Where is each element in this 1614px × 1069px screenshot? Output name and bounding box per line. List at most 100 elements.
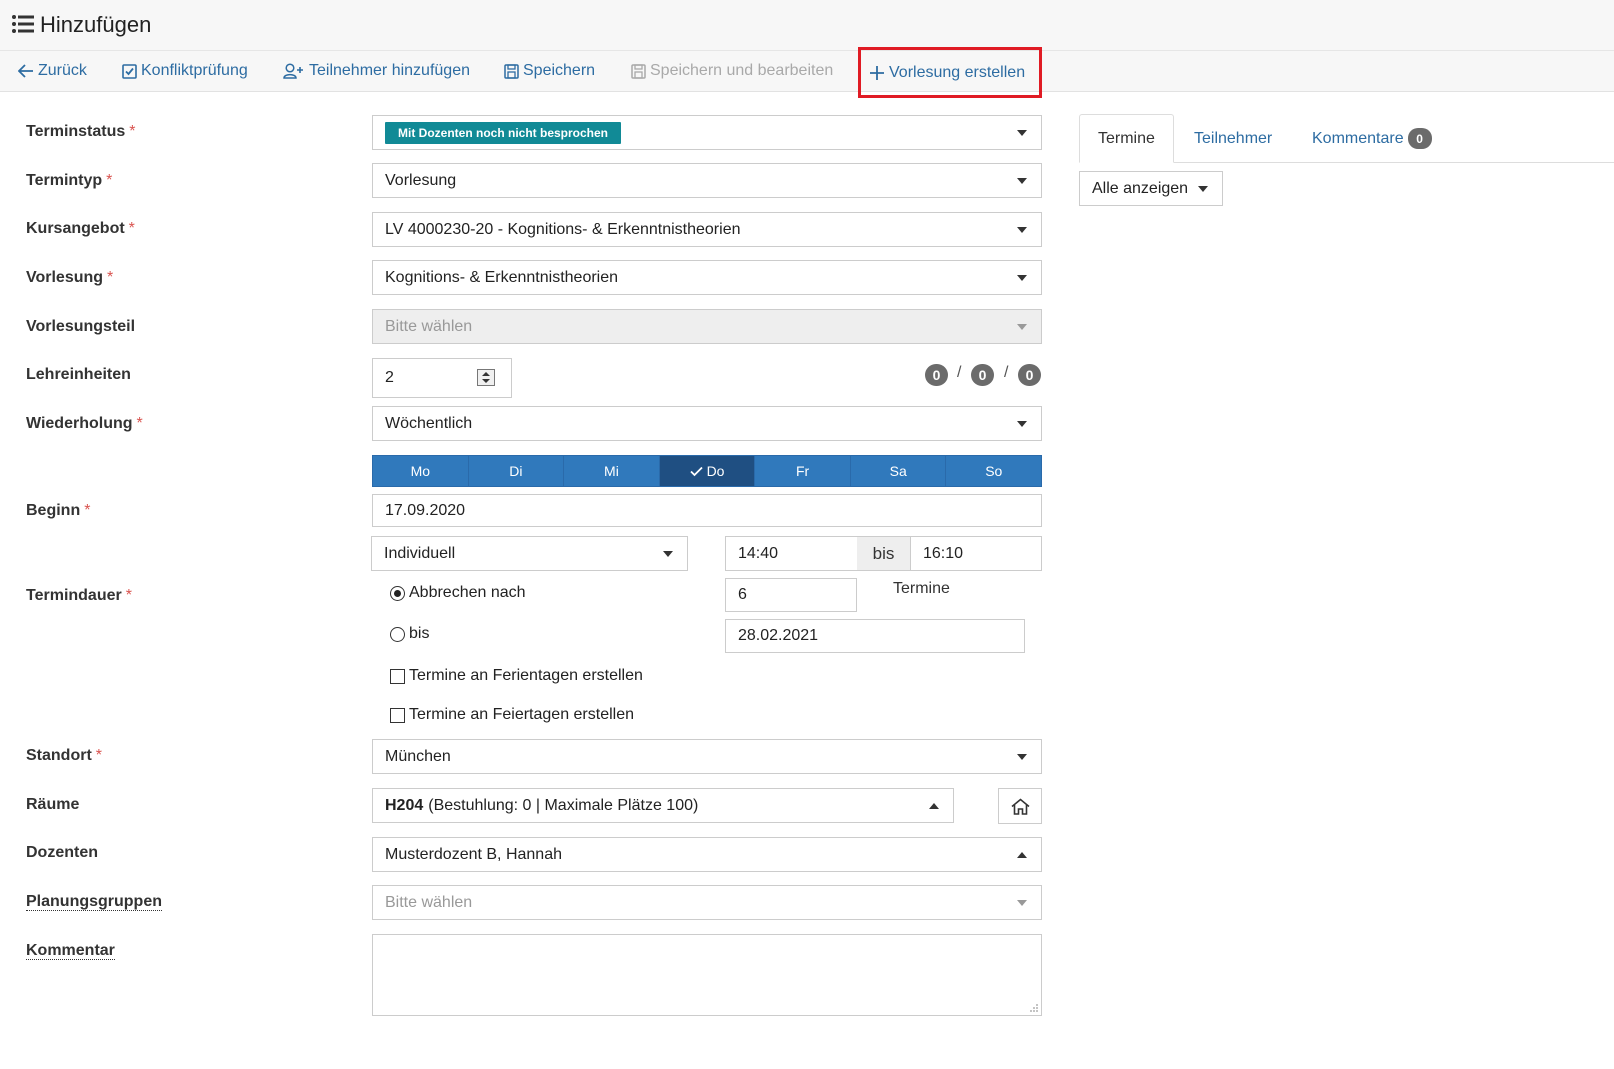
time-to-value: 16:10 [923, 544, 964, 562]
caret-down-icon [1017, 900, 1027, 906]
kursangebot-label: Kursangebot * [26, 220, 135, 237]
school-holidays-checkbox[interactable]: Termine an Ferientagen erstellen [390, 667, 643, 685]
vorlesungsteil-placeholder: Bitte wählen [385, 317, 473, 335]
tab-kommentare[interactable]: Kommentare 0 [1294, 114, 1450, 163]
plus-icon [870, 65, 884, 80]
vorlesung-select[interactable]: Kognitions- & Erkenntnistheorien [372, 260, 1042, 295]
count-badge: 0 [1018, 364, 1041, 386]
caret-down-icon [1017, 324, 1027, 330]
radio-unchecked-icon [390, 626, 405, 642]
count-separator: / [1004, 364, 1009, 381]
raeume-select[interactable]: H204 (Bestuhlung: 0 | Maximale Plätze 10… [372, 788, 954, 823]
standort-label: Standort * [26, 747, 103, 764]
standort-select[interactable]: München [372, 739, 1042, 774]
dozenten-label: Dozenten [26, 844, 98, 861]
weekday-so[interactable]: So [946, 456, 1042, 486]
vorlesung-label: Vorlesung * [26, 269, 114, 286]
caret-down-icon [1017, 754, 1027, 760]
beginn-value: 17.09.2020 [385, 501, 466, 519]
checkbox-icon [390, 707, 405, 723]
public-holidays-label: Termine an Feiertagen erstellen [409, 706, 635, 723]
kommentar-textarea[interactable] [372, 934, 1042, 1016]
save-button[interactable]: Speichern [504, 51, 595, 91]
abort-after-count-input[interactable]: 6 [725, 578, 857, 612]
weekday-sa[interactable]: Sa [850, 456, 947, 486]
planungsgruppen-select[interactable]: Bitte wählen [372, 885, 1042, 920]
count-separator: / [957, 364, 962, 381]
add-participant-button[interactable]: Teilnehmer hinzufügen [283, 51, 470, 91]
wiederholung-value: Wöchentlich [385, 414, 473, 432]
tab-termine[interactable]: Termine [1079, 114, 1174, 163]
caret-down-icon [1017, 227, 1027, 233]
save-and-edit-button[interactable]: Speichern und bearbeiten [631, 51, 833, 91]
until-date-value: 28.02.2021 [738, 627, 819, 644]
caret-up-icon [1017, 852, 1027, 858]
termindauer-mode-value: Individuell [384, 544, 456, 562]
home-icon [1010, 797, 1030, 815]
save-button-label: Speichern [523, 62, 596, 79]
weekday-fr[interactable]: Fr [755, 456, 851, 486]
planungsgruppen-label: Planungsgruppen [26, 893, 162, 911]
time-from-input[interactable]: 14:40 [725, 536, 858, 571]
weekday-mi[interactable]: Mi [564, 456, 660, 486]
vorlesung-value: Kognitions- & Erkenntnistheorien [385, 268, 619, 286]
floppy-disk-icon [631, 63, 646, 79]
beginn-date-input[interactable]: 17.09.2020 [372, 494, 1042, 527]
weekday-selector: Mo Di Mi Do Fr Sa So [372, 455, 1042, 487]
arrow-left-icon [18, 64, 33, 78]
until-radio[interactable]: bis [390, 625, 429, 643]
status-badge: Mit Dozenten noch nicht besprochen [385, 121, 622, 144]
conflict-check-button[interactable]: Konfliktprüfung [122, 51, 248, 91]
title-bar: Hinzufügen [0, 0, 1614, 51]
lehreinheiten-label: Lehreinheiten [26, 366, 131, 383]
caret-down-icon [663, 551, 673, 557]
termindauer-label: Termindauer * [26, 587, 132, 604]
abort-after-label: Abbrechen nach [409, 584, 526, 601]
until-date-input[interactable]: 28.02.2021 [725, 619, 1025, 653]
resize-grip-icon[interactable] [1029, 1003, 1039, 1013]
lehreinheiten-value: 2 [385, 369, 394, 386]
dozenten-select[interactable]: Musterdozent B, Hannah [372, 837, 1042, 872]
caret-up-icon [929, 803, 939, 809]
show-all-dropdown[interactable]: Alle anzeigen [1079, 171, 1223, 206]
number-spinner[interactable] [477, 369, 495, 386]
user-plus-icon [283, 63, 303, 79]
room-home-button[interactable] [998, 788, 1042, 824]
list-menu-icon[interactable] [12, 14, 34, 39]
vorlesungsteil-select[interactable]: Bitte wählen [372, 309, 1042, 344]
termintyp-label: Termintyp * [26, 172, 113, 189]
caret-down-icon [1017, 178, 1027, 184]
termintyp-select[interactable]: Vorlesung [372, 163, 1042, 198]
weekday-do[interactable]: Do [659, 456, 756, 486]
planungsgruppen-placeholder: Bitte wählen [385, 893, 473, 911]
room-details: (Bestuhlung: 0 | Maximale Plätze 100) [428, 796, 699, 814]
abort-after-radio[interactable]: Abbrechen nach [390, 584, 526, 602]
floppy-disk-icon [504, 63, 519, 79]
termindauer-mode-select[interactable]: Individuell [371, 536, 688, 571]
radio-checked-icon [390, 585, 405, 601]
check-icon [689, 466, 703, 476]
create-lecture-label: Vorlesung erstellen [889, 63, 1026, 81]
public-holidays-checkbox[interactable]: Termine an Feiertagen erstellen [390, 706, 634, 724]
back-button[interactable]: Zurück [18, 51, 87, 91]
weekday-mo[interactable]: Mo [373, 456, 469, 486]
beginn-label: Beginn * [26, 502, 91, 519]
weekday-di[interactable]: Di [468, 456, 565, 486]
create-lecture-button[interactable]: Vorlesung erstellen [858, 47, 1043, 98]
abort-after-count-value: 6 [738, 586, 747, 603]
checkbox-icon [390, 668, 405, 684]
terminstatus-select[interactable]: Mit Dozenten noch nicht besprochen [372, 115, 1042, 150]
vorlesungsteil-label: Vorlesungsteil [26, 318, 136, 335]
tab-teilnehmer[interactable]: Teilnehmer [1176, 114, 1290, 163]
school-holidays-label: Termine an Ferientagen erstellen [409, 667, 643, 684]
termintyp-value: Vorlesung [385, 171, 457, 189]
kursangebot-select[interactable]: LV 4000230-20 - Kognitions- & Erkenntnis… [372, 212, 1042, 247]
wiederholung-select[interactable]: Wöchentlich [372, 406, 1042, 441]
right-panel-tabs: Termine Teilnehmer Kommentare 0 [1079, 114, 1614, 163]
time-to-input[interactable]: 16:10 [910, 536, 1042, 571]
count-badge: 0 [971, 364, 994, 386]
kursangebot-value: LV 4000230-20 - Kognitions- & Erkenntnis… [385, 220, 741, 238]
page-title: Hinzufügen [40, 12, 152, 37]
conflict-check-label: Konfliktprüfung [141, 62, 248, 79]
standort-value: München [385, 747, 451, 765]
